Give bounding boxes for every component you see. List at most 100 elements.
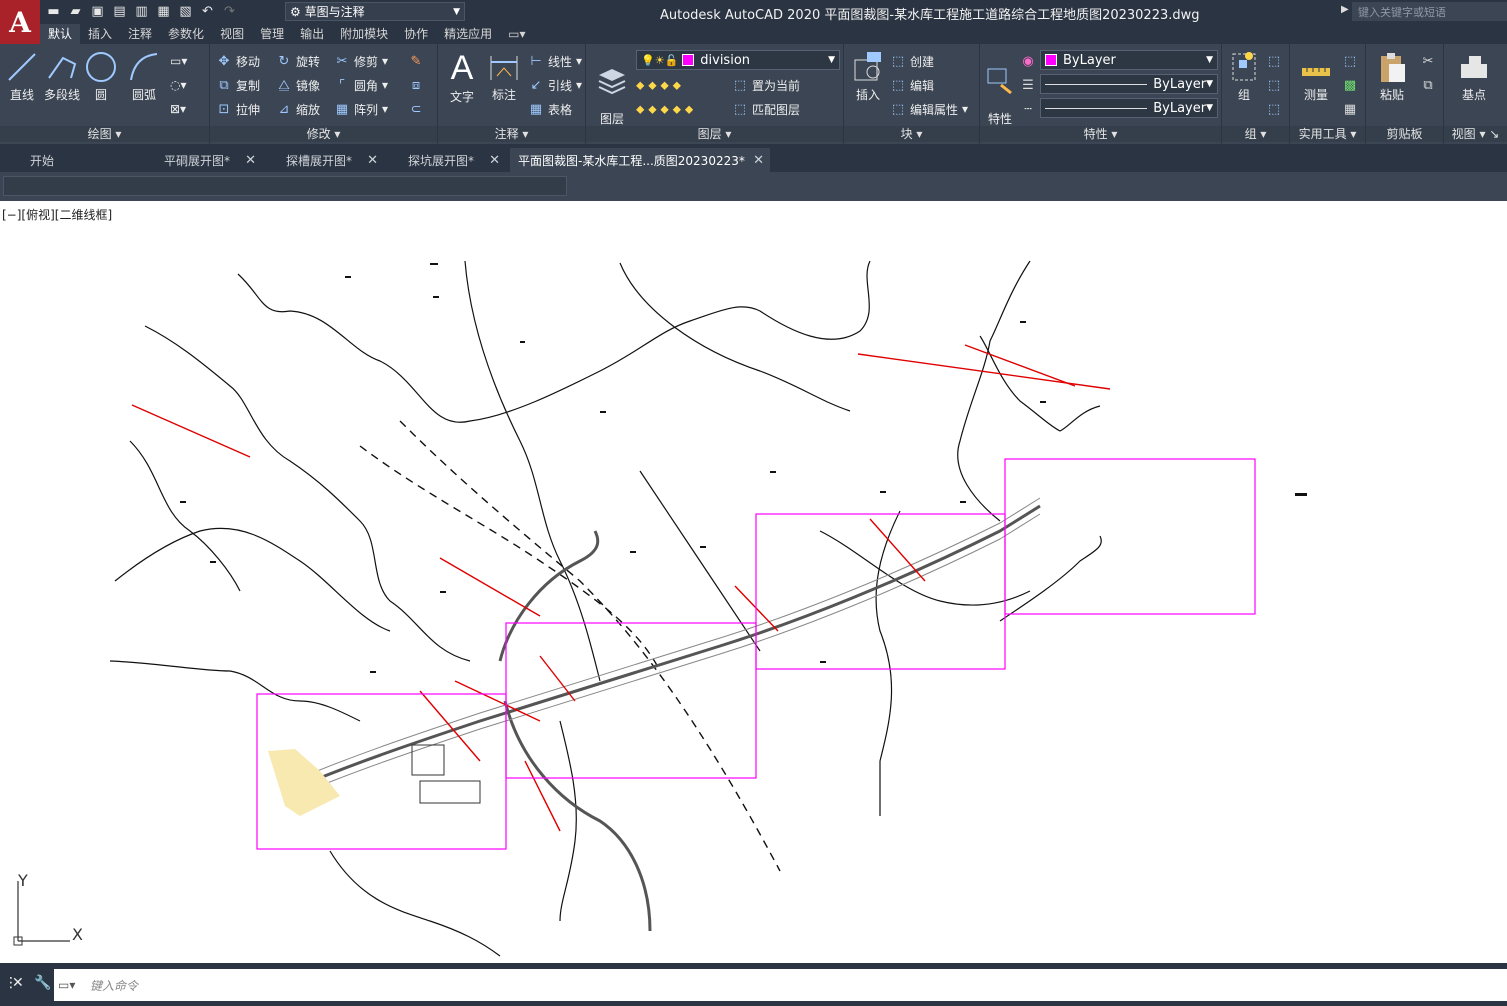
workspace-dropdown[interactable]: ⚙ 草图与注释 ▼ [285,2,465,21]
close-icon[interactable]: ✕ [753,153,764,168]
group-edit-icon[interactable]: ⬚ [1266,74,1282,96]
open-file-icon[interactable]: ▰ [66,2,85,21]
line-button[interactable]: 直线 [4,50,40,103]
doc-tab-2[interactable]: 探槽展开图* ✕ [272,148,384,172]
save-web-icon[interactable]: ▦ [154,2,173,21]
array-button[interactable]: ▦ 阵列 ▾ [334,98,388,120]
paste-button[interactable]: 粘贴 [1372,50,1412,103]
edit-attributes-button[interactable]: ⬚ 编辑属性 ▾ [890,98,968,120]
command-input[interactable]: ▭▾ 键入命令 [54,969,1507,1001]
save-as-icon[interactable]: ▤ [110,2,129,21]
copy-icon: ⧉ [219,77,229,93]
tab-default[interactable]: 默认 [40,24,81,44]
panel-modify-title[interactable]: 修改 ▾ [210,126,437,142]
save-icon[interactable]: ▣ [88,2,107,21]
layer-tools-row1[interactable]: ⬥ ⬥ ⬥ ⬥ [636,74,681,96]
open-web-icon[interactable]: ▥ [132,2,151,21]
color-wheel-icon[interactable]: ◉ [1020,50,1036,72]
tab-insert[interactable]: 插入 [80,24,120,44]
autocad-logo-button[interactable]: A [0,0,40,44]
tab-view[interactable]: 视图 [212,24,252,44]
copy-button[interactable]: ⧉ 复制 [216,74,260,96]
fillet-button[interactable]: ⌜ 圆角 ▾ [334,74,388,96]
polyline-button[interactable]: 多段线 [42,50,82,103]
insert-button[interactable]: 插入 [848,50,888,103]
close-icon[interactable]: ✕ [489,153,500,168]
trim-button[interactable]: ✂ 修剪 ▾ [334,50,389,72]
tab-featured-apps[interactable]: 精选应用 [436,24,500,44]
undo-icon[interactable]: ↶ [198,2,217,21]
base-view-button[interactable]: 基点 [1454,50,1494,103]
select-all-icon[interactable]: ▩ [1342,74,1358,96]
tab-manage[interactable]: 管理 [252,24,292,44]
move-button[interactable]: ✥ 移动 [216,50,260,72]
close-icon[interactable]: ✕ [245,153,256,168]
linear-dim-button[interactable]: ⊢ 线性 ▾ [528,50,582,72]
panel-view-title[interactable]: 视图 ▾ ↘ [1444,126,1507,142]
erase-icon[interactable]: ✎ [408,50,424,72]
group-select-icon[interactable]: ⬚ [1266,98,1282,120]
edit-block-button[interactable]: ⬚ 编辑 [890,74,934,96]
measure-button[interactable]: 测量 [1296,50,1336,103]
plot-icon[interactable]: ▧ [176,2,195,21]
table-button[interactable]: ▦ 表格 [528,98,572,120]
tab-parametric[interactable]: 参数化 [160,24,212,44]
explode-icon[interactable]: ⧈ [408,74,424,96]
dimension-button[interactable]: 标注 [484,50,524,103]
lineweight-icon[interactable]: ☰ [1020,74,1036,96]
ribbon-options-icon[interactable]: ▭▾ [500,24,533,44]
lineweight-dropdown[interactable]: ByLayer ▼ [1040,98,1218,118]
match-layer-button[interactable]: ⬚ 匹配图层 [732,98,800,120]
new-file-icon[interactable]: ▬ [44,2,63,21]
calculator-icon[interactable]: ▦ [1342,98,1358,120]
redo-icon[interactable]: ↷ [220,2,239,21]
chevron-right-icon[interactable]: ▶ [1341,4,1349,15]
match-properties-icon [987,68,1012,95]
rotate-button[interactable]: ↻ 旋转 [276,50,320,72]
color-dropdown[interactable]: ByLayer ▼ [1040,50,1218,70]
drawing-canvas[interactable]: [−][俯视][二维线框] Y X [0,201,1507,963]
wrench-icon[interactable]: 🔧 [34,975,51,991]
panel-groups-title[interactable]: 组 ▾ [1222,126,1289,142]
linetype-icon[interactable]: ┄ [1020,98,1036,120]
rectangle-icon[interactable]: ▭▾ [170,50,187,72]
stretch-button[interactable]: ⊡ 拉伸 [216,98,260,120]
boundary-icon[interactable]: ⊠▾ [170,98,186,120]
copy-clip-icon[interactable]: ⧉ [1420,74,1436,96]
close-icon[interactable]: ✕ [367,153,378,168]
doc-tab-active[interactable]: 平面图裁图-某水库工程...质图20230223* ✕ [510,148,770,172]
scale-button[interactable]: ⊿ 缩放 [276,98,320,120]
offset-icon[interactable]: ⊂ [408,98,424,120]
group-button[interactable]: 组 [1226,50,1262,103]
tab-output[interactable]: 输出 [292,24,332,44]
panel-utilities-title[interactable]: 实用工具 ▾ [1290,126,1365,142]
circle-button[interactable]: 圆 [84,50,118,103]
layer-dropdown[interactable]: 💡☀🔓 division ▼ [636,50,840,70]
linetype-dropdown[interactable]: ByLayer ▼ [1040,74,1218,94]
arc-button[interactable]: 圆弧 [124,50,164,103]
doc-tab-start[interactable]: 开始 [16,148,142,172]
search-input[interactable]: 键入关键字或短语 [1352,2,1507,21]
cut-icon[interactable]: ✂ [1420,50,1436,72]
panel-block-title[interactable]: 块 ▾ [844,126,979,142]
panel-annotation-title[interactable]: 注释 ▾ [438,126,585,142]
command-prompt-icon[interactable]: ▭▾ [58,978,75,992]
text-button[interactable]: A 文字 [442,50,482,105]
panel-properties-title[interactable]: 特性 ▾ [980,126,1221,142]
hatch-icon[interactable]: ◌▾ [170,74,187,96]
quick-select-icon[interactable]: ⬚ [1342,50,1358,72]
doc-tab-3[interactable]: 探坑展开图* ✕ [394,148,506,172]
close-icon[interactable]: ✕ [12,975,24,991]
panel-layers-title[interactable]: 图层 ▾ [586,126,843,142]
ungroup-icon[interactable]: ⬚ [1266,50,1282,72]
panel-draw-title[interactable]: 绘图 ▾ [0,126,209,142]
set-current-button[interactable]: ⬚ 置为当前 [732,74,800,96]
tab-annotate[interactable]: 注释 [120,24,160,44]
layer-tools-row2[interactable]: ⬥ ⬥ ⬥ ⬥ ⬥ [636,98,693,120]
tab-addins[interactable]: 附加模块 [332,24,396,44]
doc-tab-1[interactable]: 平硐展开图* ✕ [150,148,262,172]
tab-collaborate[interactable]: 协作 [396,24,436,44]
leader-button[interactable]: ↙ 引线 ▾ [528,74,583,96]
mirror-button[interactable]: ⧋ 镜像 [276,74,320,96]
create-block-button[interactable]: ⬚ 创建 [890,50,934,72]
